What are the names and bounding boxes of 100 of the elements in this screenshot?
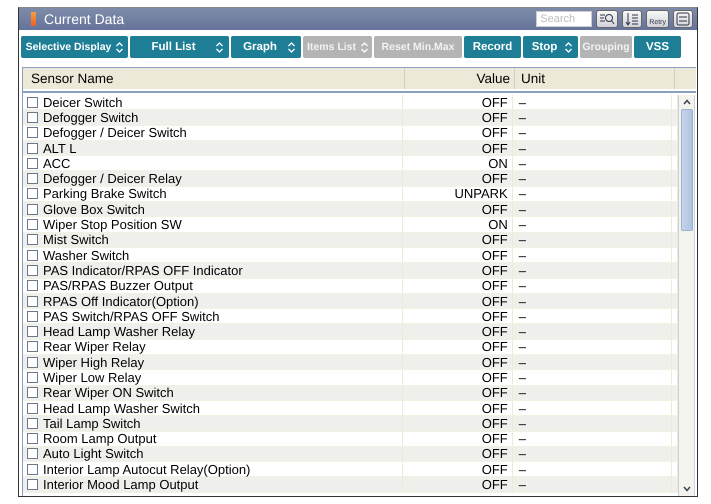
scrollbar[interactable] xyxy=(678,95,695,496)
search-button[interactable] xyxy=(596,10,618,28)
sensor-value: OFF xyxy=(482,431,508,446)
toolbar-button[interactable]: Graph xyxy=(231,36,301,58)
sensor-value: OFF xyxy=(482,140,508,156)
sensor-unit: – xyxy=(518,278,526,294)
sensor-value: OFF xyxy=(482,446,508,462)
toolbar-button[interactable]: VSS xyxy=(634,36,681,58)
sensor-unit: – xyxy=(518,324,526,340)
checkbox[interactable] xyxy=(27,280,38,292)
search-field[interactable]: Search xyxy=(536,11,592,27)
sensor-unit: – xyxy=(518,446,526,462)
checkbox[interactable] xyxy=(27,418,38,429)
sensor-unit: – xyxy=(518,125,526,140)
checkbox[interactable] xyxy=(27,173,38,184)
sensor-name: PAS Indicator/RPAS OFF Indicator xyxy=(43,262,243,278)
sensor-unit: – xyxy=(518,462,526,477)
sensor-value: OFF xyxy=(482,125,508,140)
sensor-name: ACC xyxy=(43,156,70,171)
checkbox[interactable] xyxy=(27,341,38,352)
sensor-unit: – xyxy=(518,171,526,186)
checkbox[interactable] xyxy=(27,310,38,322)
checkbox[interactable] xyxy=(27,234,38,246)
toolbar-button[interactable]: Record xyxy=(464,36,521,58)
sensor-unit: – xyxy=(518,354,526,370)
sensor-value: OFF xyxy=(482,262,508,278)
column-header: Unit xyxy=(515,68,675,89)
sensor-value: OFF xyxy=(482,278,508,294)
checkbox[interactable] xyxy=(27,142,38,154)
checkbox[interactable] xyxy=(27,464,38,475)
sensor-value: OFF xyxy=(482,308,508,324)
checkbox[interactable] xyxy=(27,96,38,108)
checkbox[interactable] xyxy=(27,402,38,414)
sensor-unit: – xyxy=(518,308,526,324)
checkbox[interactable] xyxy=(27,387,38,398)
sensor-value: OFF xyxy=(482,462,508,477)
sensor-name: Mist Switch xyxy=(43,232,109,248)
sensor-value: ON xyxy=(488,217,508,232)
sensor-value: OFF xyxy=(482,232,508,248)
menu-button[interactable] xyxy=(673,10,693,28)
bar-icon xyxy=(31,12,36,26)
scroll-up-icon[interactable] xyxy=(682,98,692,106)
sensor-name: Interior Lamp Autocut Relay(Option) xyxy=(43,462,250,477)
toolbar-button[interactable]: Full List xyxy=(130,36,229,58)
sensor-value: OFF xyxy=(482,95,508,110)
sensor-name: Tail Lamp Switch xyxy=(43,416,141,431)
sensor-value: OFF xyxy=(482,385,508,400)
sensor-name: Defogger / Deicer Switch xyxy=(43,125,187,140)
sensor-value: OFF xyxy=(482,400,508,416)
column-header: Value xyxy=(405,68,515,89)
sensor-name: Glove Box Switch xyxy=(43,202,145,217)
checkbox[interactable] xyxy=(27,296,38,306)
sensor-name: Rear Wiper ON Switch xyxy=(43,385,174,400)
checkbox[interactable] xyxy=(27,356,38,368)
sensor-unit: – xyxy=(518,385,526,400)
sensor-unit: – xyxy=(518,416,526,431)
checkbox[interactable] xyxy=(27,448,38,460)
checkbox[interactable] xyxy=(27,127,38,138)
sensor-value: OFF xyxy=(482,294,508,309)
sensor-unit: – xyxy=(518,232,526,248)
checkbox[interactable] xyxy=(27,250,38,261)
sensor-name: Wiper Stop Position SW xyxy=(43,217,182,232)
sensor-name: Wiper Low Relay xyxy=(43,370,142,385)
window-title: Current Data xyxy=(44,11,124,27)
sensor-value: OFF xyxy=(482,354,508,370)
sensor-name: Wiper High Relay xyxy=(43,354,144,370)
sensor-unit: – xyxy=(518,156,526,171)
scroll-down-icon[interactable] xyxy=(682,485,692,493)
sensor-value: OFF xyxy=(482,339,508,354)
sensor-name: Auto Light Switch xyxy=(43,446,144,462)
sensor-value: OFF xyxy=(482,202,508,217)
checkbox[interactable] xyxy=(27,188,38,200)
sensor-name: Room Lamp Output xyxy=(43,431,156,446)
checkbox[interactable] xyxy=(27,479,38,490)
sensor-name: Deicer Switch xyxy=(43,95,122,110)
checkbox[interactable] xyxy=(27,219,38,230)
sensor-unit: – xyxy=(518,248,526,263)
sensor-value: OFF xyxy=(482,324,508,340)
sensor-name: Defogger Switch xyxy=(43,110,138,125)
toolbar-button[interactable]: Selective Display xyxy=(21,36,128,58)
sensor-name: Rear Wiper Relay xyxy=(43,339,146,354)
checkbox[interactable] xyxy=(27,264,38,276)
sensor-unit: – xyxy=(518,339,526,354)
sensor-name: Head Lamp Washer Relay xyxy=(43,324,195,340)
sensor-unit: – xyxy=(518,477,526,492)
checkbox[interactable] xyxy=(27,433,38,444)
checkbox[interactable] xyxy=(27,204,38,215)
sensor-unit: – xyxy=(518,431,526,446)
sort-list-button[interactable] xyxy=(622,10,642,28)
sensor-unit: – xyxy=(518,140,526,156)
checkbox[interactable] xyxy=(27,372,38,383)
sensor-unit: – xyxy=(518,217,526,232)
sensor-name: Defogger / Deicer Relay xyxy=(43,171,182,186)
sensor-name: PAS Switch/RPAS OFF Switch xyxy=(43,308,220,324)
toolbar-button[interactable]: Stop xyxy=(523,36,578,58)
checkbox[interactable] xyxy=(27,326,38,338)
checkbox[interactable] xyxy=(27,158,38,169)
scrollbar-thumb[interactable] xyxy=(680,109,692,231)
sensor-name: RPAS Off Indicator(Option) xyxy=(43,294,199,309)
checkbox[interactable] xyxy=(27,112,38,123)
